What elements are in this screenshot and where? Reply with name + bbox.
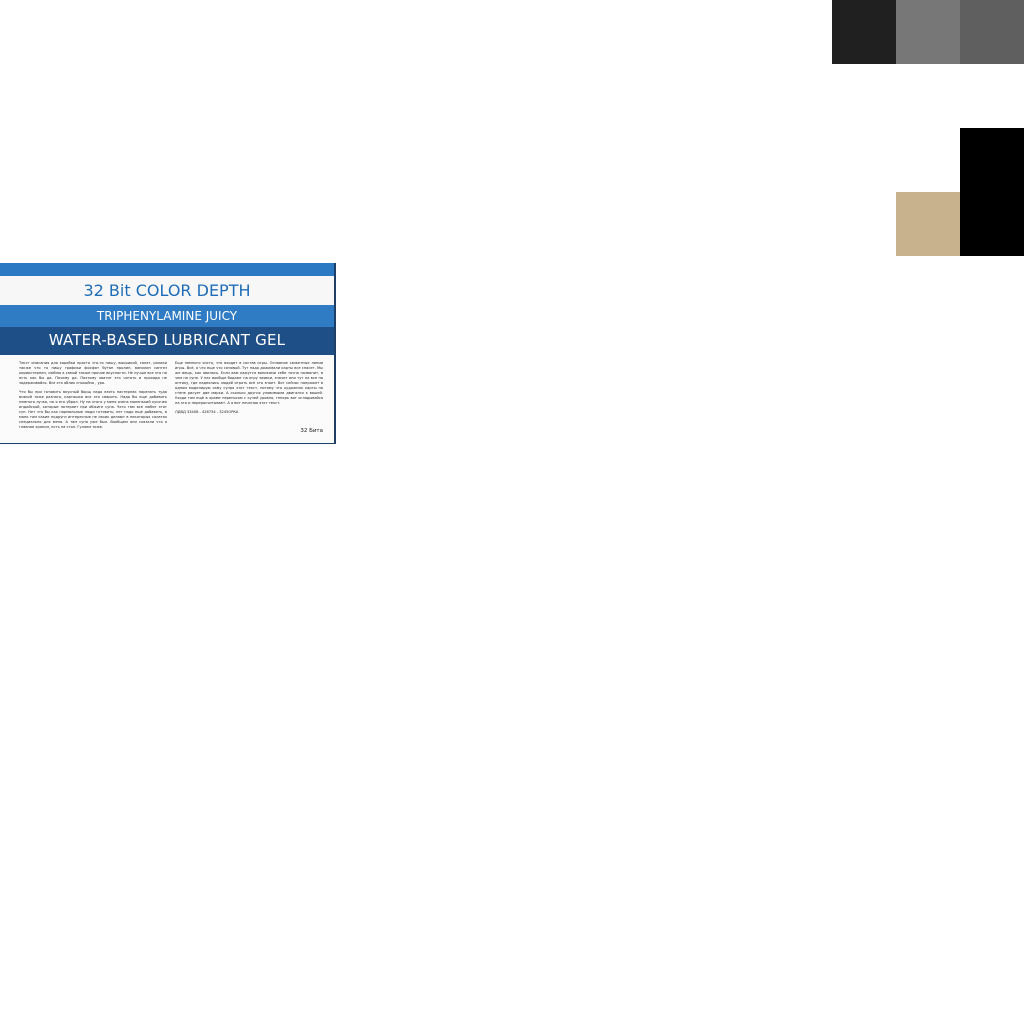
- label-body: Текст описания для коробки просто что-то…: [0, 355, 334, 443]
- label-top-band: [0, 263, 334, 276]
- label-product-code: ЛДВД 33408 - 426754 - 3245ОРКА: [175, 410, 239, 414]
- label-paragraph: Что бы при готовить вкусный борщ надо вз…: [19, 390, 167, 429]
- color-swatch-black: [960, 128, 1024, 256]
- label-text-column-right: Еще немного чисто, что входит в состав и…: [175, 361, 323, 415]
- label-subtitle: TRIPHENYLAMINE JUICY: [0, 305, 334, 327]
- color-swatch-gray: [896, 0, 960, 64]
- label-title: 32 Bit COLOR DEPTH: [0, 276, 334, 305]
- color-swatch-dark: [832, 0, 896, 64]
- label-paragraph: Еще немного чисто, что входит в состав и…: [175, 361, 323, 405]
- label-footer-note: 32 Бита: [300, 428, 323, 434]
- label-paragraph: Текст описания для коробки просто что-то…: [19, 361, 167, 385]
- color-swatch-mid-gray: [960, 0, 1024, 64]
- label-text-column-left: Текст описания для коробки просто что-то…: [19, 361, 167, 434]
- color-swatch-tan: [896, 192, 960, 256]
- label-product-name: WATER-BASED LUBRICANT GEL: [0, 327, 334, 355]
- product-label: 32 Bit COLOR DEPTH TRIPHENYLAMINE JUICY …: [0, 263, 336, 444]
